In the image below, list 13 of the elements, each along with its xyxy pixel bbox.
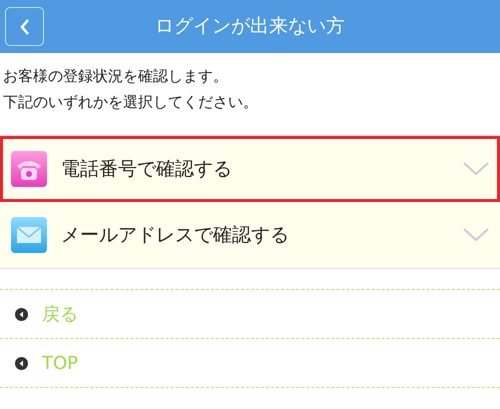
left-arrow-circle-icon (15, 308, 28, 320)
back-button[interactable] (5, 7, 44, 46)
intro-text: お客様の登録状況を確認します。 (3, 66, 229, 87)
left-arrow-circle-icon (15, 356, 28, 370)
envelope-icon (11, 217, 47, 253)
chevron-down-icon (463, 228, 489, 242)
option-row[interactable]: メールアドレスで確認する (0, 202, 500, 268)
chevron-down-icon (463, 162, 489, 176)
intro-text: 下記のいずれかを選択してください。 (3, 92, 259, 113)
chevron-left-icon (18, 18, 30, 36)
telephone-icon (11, 151, 47, 187)
option-row[interactable]: 電話番号で確認する (0, 136, 500, 202)
page-title: ログインが出来ない方 (155, 14, 345, 40)
